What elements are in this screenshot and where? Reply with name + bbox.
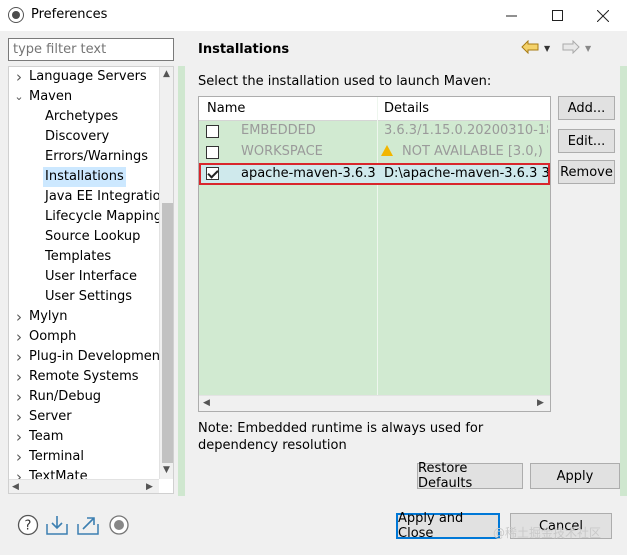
tree-item[interactable]: Terminal — [27, 447, 86, 467]
apply-and-close-button[interactable]: Apply and Close — [396, 511, 500, 541]
record-icon[interactable] — [107, 513, 131, 537]
scroll-left-icon[interactable]: ◀ — [203, 398, 210, 408]
expand-chevron-icon[interactable]: › — [14, 327, 24, 347]
expand-chevron-icon[interactable]: › — [14, 447, 24, 467]
row-name: WORKSPACE — [241, 144, 323, 159]
tree-item[interactable]: Mylyn — [27, 307, 69, 327]
table-horizontal-scrollbar[interactable]: ◀ ▶ — [199, 395, 550, 411]
tree-vertical-scrollbar[interactable]: ▲ ▼ — [159, 67, 173, 479]
tree-scroll-thumb[interactable] — [162, 203, 173, 463]
warning-icon — [381, 144, 402, 159]
add-button[interactable]: Add... — [558, 96, 615, 120]
tree-item[interactable]: Archetypes — [43, 107, 120, 127]
tree-item[interactable]: Templates — [43, 247, 113, 267]
close-icon[interactable] — [580, 0, 626, 31]
expand-chevron-icon[interactable]: › — [14, 307, 24, 327]
scroll-right-icon[interactable]: ▶ — [537, 398, 544, 408]
scroll-left-icon[interactable]: ◀ — [12, 482, 19, 492]
expand-chevron-icon[interactable]: › — [14, 467, 24, 479]
embedded-runtime-note: Note: Embedded runtime is always used fo… — [198, 421, 484, 453]
app-icon — [8, 7, 24, 23]
sash-left[interactable] — [178, 66, 185, 496]
svg-text:?: ? — [25, 519, 32, 534]
column-details-header[interactable]: Details — [384, 101, 429, 116]
tree-item[interactable]: User Interface — [43, 267, 139, 287]
watermark: @稀土掘金技术社区 — [493, 526, 602, 540]
restore-defaults-button[interactable]: Restore Defaults — [417, 461, 523, 491]
tree-item[interactable]: TextMate — [27, 467, 90, 479]
expand-chevron-icon[interactable]: › — [14, 347, 24, 367]
row-checkbox[interactable] — [206, 125, 219, 138]
column-name-header[interactable]: Name — [207, 101, 245, 116]
table-row[interactable]: EMBEDDED 3.6.3/1.15.0.20200310-1832 — [199, 121, 550, 142]
tree-horizontal-scrollbar[interactable]: ◀ ▶ — [9, 479, 159, 493]
tree-item[interactable]: User Settings — [43, 287, 134, 307]
tree-item[interactable]: Lifecycle Mappings — [43, 207, 159, 227]
expand-chevron-icon[interactable]: › — [14, 367, 24, 387]
collapse-chevron-icon[interactable]: ⌄ — [14, 87, 24, 107]
tree-item[interactable]: Source Lookup — [43, 227, 142, 247]
row-checkbox-checked[interactable] — [206, 167, 219, 180]
help-icon[interactable]: ? — [16, 513, 40, 537]
expand-chevron-icon[interactable]: › — [14, 387, 24, 407]
scroll-right-icon[interactable]: ▶ — [146, 482, 153, 492]
installations-table[interactable]: Name Details EMBEDDED 3.6.3/1.15.0.20200… — [198, 96, 551, 412]
tree-item[interactable]: Team — [27, 427, 65, 447]
tree-item[interactable]: Oomph — [27, 327, 78, 347]
expand-chevron-icon[interactable]: › — [14, 427, 24, 447]
tree-item[interactable]: Run/Debug — [27, 387, 103, 407]
forward-history-dropdown-icon: ▼ — [585, 44, 592, 53]
table-row[interactable]: WORKSPACE NOT AVAILABLE [3.0,) — [199, 142, 550, 163]
preference-tree[interactable]: › Language Servers ⌄ Maven Archetypes Discove… — [8, 66, 174, 494]
page-title: Installations — [198, 42, 290, 57]
tree-item[interactable]: Server — [27, 407, 74, 427]
expand-chevron-icon[interactable]: › — [14, 67, 24, 87]
minimize-icon[interactable] — [488, 0, 534, 31]
tree-item[interactable]: Discovery — [43, 127, 111, 147]
tree-item[interactable]: Language Servers — [27, 67, 149, 87]
remove-button[interactable]: Remove — [558, 160, 615, 184]
edit-button[interactable]: Edit... — [558, 129, 615, 153]
tree-items: › Language Servers ⌄ Maven Archetypes Discove… — [9, 67, 159, 479]
tree-item[interactable]: Maven — [27, 87, 74, 107]
apply-button[interactable]: Apply — [530, 463, 620, 489]
window-title: Preferences — [31, 7, 108, 22]
tree-item[interactable]: Errors/Warnings — [43, 147, 150, 167]
row-details: 3.6.3/1.15.0.20200310-1832 — [384, 123, 548, 138]
maximize-icon[interactable] — [534, 0, 580, 31]
tree-item[interactable]: Remote Systems — [27, 367, 141, 387]
page-description: Select the installation used to launch M… — [198, 74, 492, 89]
row-details: D:\apache-maven-3.6.3 3.6.3 — [384, 166, 548, 181]
scroll-up-icon[interactable]: ▲ — [163, 69, 170, 79]
filter-input[interactable] — [8, 38, 174, 61]
sash-right — [620, 66, 627, 496]
import-icon[interactable] — [45, 513, 69, 537]
export-icon[interactable] — [76, 513, 100, 537]
row-name: EMBEDDED — [241, 123, 316, 138]
expand-chevron-icon[interactable]: › — [14, 407, 24, 427]
table-row-selected[interactable]: apache-maven-3.6.3 D:\apache-maven-3.6.3… — [199, 163, 550, 185]
table-header: Name Details — [199, 97, 550, 121]
tree-item[interactable]: Installations — [43, 167, 126, 187]
tree-item[interactable]: Plug-in Development — [27, 347, 159, 367]
back-arrow-icon[interactable] — [521, 39, 539, 58]
back-history-dropdown-icon[interactable]: ▼ — [544, 44, 550, 53]
tree-item[interactable]: Java EE Integration — [43, 187, 159, 207]
row-name: apache-maven-3.6.3 — [241, 166, 376, 181]
scroll-down-icon[interactable]: ▼ — [163, 465, 170, 475]
row-details: NOT AVAILABLE [3.0,) — [402, 144, 543, 159]
forward-arrow-icon — [562, 39, 580, 58]
row-checkbox[interactable] — [206, 146, 219, 159]
